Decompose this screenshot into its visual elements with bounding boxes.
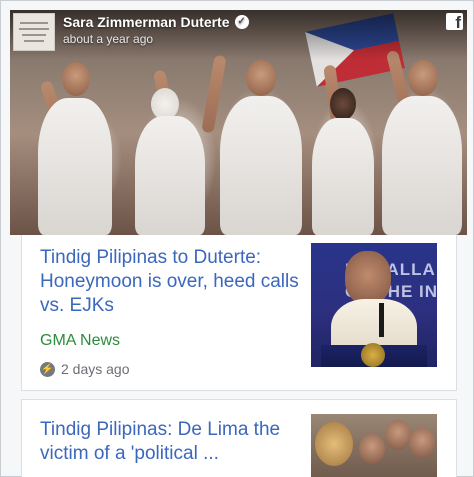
- article-headline[interactable]: Tindig Pilipinas: De Lima the victim of …: [40, 418, 300, 466]
- speaker-head: [345, 251, 391, 305]
- lightning-icon: ⚡: [40, 361, 55, 377]
- shared-post-frame: Sara Zimmerman Duterte ✓ about a year ag…: [0, 0, 474, 477]
- person-head: [62, 62, 90, 96]
- author-name-text[interactable]: Sara Zimmerman Duterte: [63, 14, 230, 30]
- author-name[interactable]: Sara Zimmerman Duterte ✓: [63, 14, 249, 30]
- article-headline[interactable]: Tindig Pilipinas to Duterte: Honeymoon i…: [40, 246, 300, 318]
- article-thumbnail[interactable]: INSTALLA OF THE IN: [311, 243, 437, 367]
- crowd-person: [315, 422, 353, 466]
- raised-arm: [201, 54, 227, 134]
- article-time-text: 2 days ago: [61, 361, 130, 377]
- person-body: [312, 118, 374, 235]
- article-source[interactable]: GMA News: [40, 332, 120, 350]
- author-avatar[interactable]: [13, 13, 55, 51]
- news-card[interactable]: Tindig Pilipinas to Duterte: Honeymoon i…: [21, 235, 457, 391]
- facebook-icon[interactable]: [446, 13, 463, 30]
- person-body: [38, 98, 112, 235]
- article-time: ⚡ 2 days ago: [40, 361, 130, 377]
- microphone-icon: [379, 303, 384, 337]
- crowd-person: [385, 420, 411, 450]
- person-body: [220, 96, 302, 235]
- person-body: [135, 116, 205, 235]
- person-body: [382, 96, 462, 235]
- crowd-person: [409, 428, 435, 458]
- post-timestamp[interactable]: about a year ago: [63, 32, 153, 46]
- article-thumbnail[interactable]: [311, 414, 437, 477]
- person-head: [408, 60, 438, 96]
- person-head: [246, 60, 276, 96]
- crowd-person: [359, 434, 385, 464]
- verified-check-icon: ✓: [234, 15, 249, 29]
- presidential-seal-icon: [361, 343, 385, 367]
- person-head: [330, 88, 356, 120]
- news-card[interactable]: Tindig Pilipinas: De Lima the victim of …: [21, 399, 457, 477]
